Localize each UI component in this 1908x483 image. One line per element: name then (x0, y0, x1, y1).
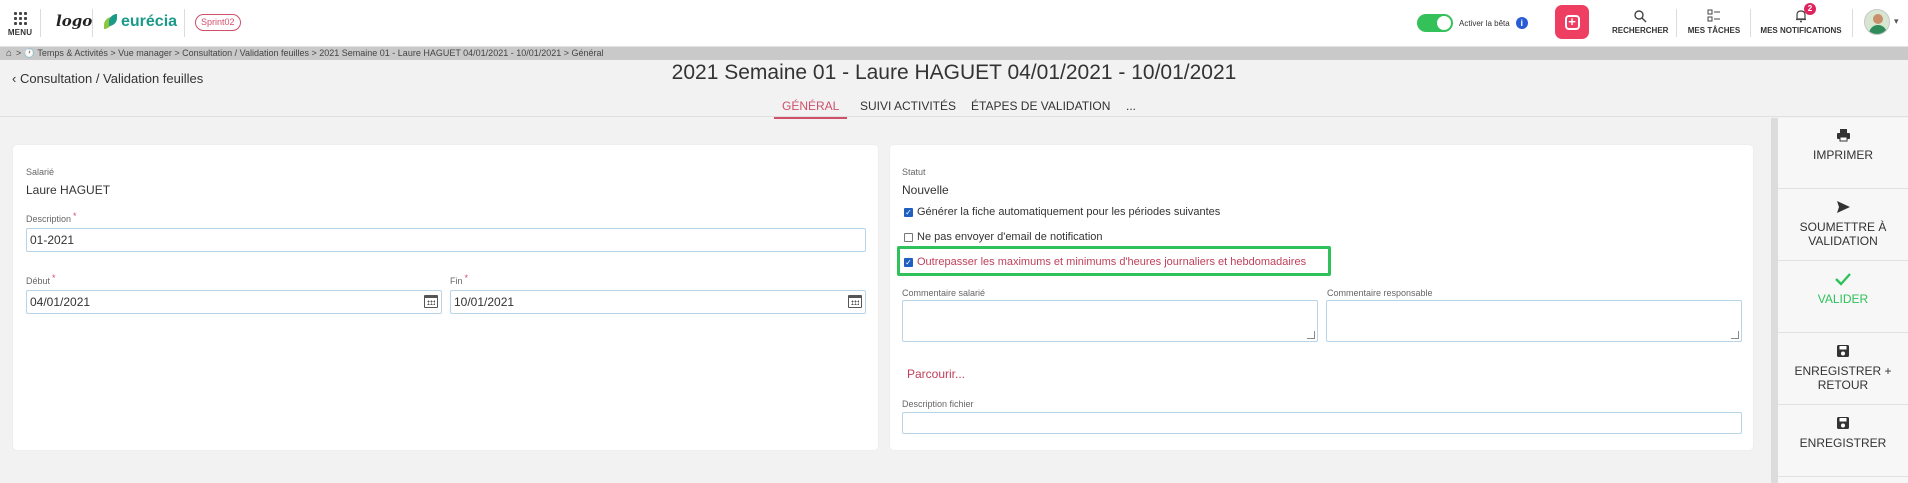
file-description-label: Description fichier (902, 399, 974, 409)
print-label: IMPRIMER (1813, 148, 1873, 162)
brand-name: eurécia (121, 13, 178, 30)
divider (1750, 9, 1751, 37)
grid-icon (13, 12, 27, 25)
search-button[interactable]: RECHERCHER (1612, 9, 1668, 35)
status-label: Statut (902, 167, 926, 177)
sprint-badge: Sprint02 (195, 14, 241, 31)
save-icon (1778, 416, 1908, 436)
plus-icon: + (1564, 14, 1580, 30)
tab-validation-steps[interactable]: ÉTAPES DE VALIDATION (971, 99, 1110, 117)
top-bar: MENU logo eurécia Sprint02 Activer la bê… (0, 0, 1908, 47)
employee-comment-textarea[interactable] (902, 300, 1318, 342)
save-return-button[interactable]: ENREGISTRER + RETOUR (1778, 334, 1908, 405)
manager-comment-label: Commentaire responsable (1327, 288, 1433, 298)
start-date-input[interactable]: 04/01/2021 (26, 290, 442, 314)
browse-file-link[interactable]: Parcourir... (907, 367, 965, 381)
breadcrumb-text[interactable]: > 🕐 Temps & Activités > Vue manager > Co… (16, 48, 603, 58)
tab-general[interactable]: GÉNÉRAL (774, 99, 848, 119)
save-return-icon (1778, 344, 1908, 364)
beta-toggle[interactable] (1417, 14, 1453, 32)
tab-bar: GÉNÉRAL SUIVI ACTIVITÉS ÉTAPES DE VALIDA… (0, 97, 1908, 119)
save-return-label: ENREGISTRER + RETOUR (1794, 364, 1892, 392)
status-card (890, 145, 1753, 450)
action-panel: IMPRIMER SOUMETTRE À VALIDATION VALIDER … (1771, 118, 1908, 483)
search-label: RECHERCHER (1612, 26, 1669, 35)
employee-label: Salarié (26, 167, 55, 177)
tab-activity-tracking[interactable]: SUIVI ACTIVITÉS (860, 99, 956, 117)
manager-comment-textarea[interactable] (1326, 300, 1742, 342)
start-date-value: 04/01/2021 (30, 295, 91, 309)
description-input[interactable]: 01-2021 (26, 228, 866, 252)
bell-icon: 2 (1758, 3, 1844, 26)
highlight-outline (897, 246, 1331, 276)
notification-count-badge: 2 (1804, 3, 1816, 15)
eurecia-logo[interactable]: eurécia (104, 13, 177, 31)
check-icon (1778, 272, 1908, 292)
tasks-button[interactable]: MES TÂCHES (1684, 9, 1744, 35)
no-email-checkbox[interactable]: Ne pas envoyer d'email de notification (904, 231, 1103, 243)
send-icon (1778, 200, 1908, 220)
divider (1852, 9, 1853, 37)
submit-validation-button[interactable]: SOUMETTRE À VALIDATION (1778, 190, 1908, 261)
company-logo[interactable]: logo (56, 12, 92, 30)
no-email-label: Ne pas envoyer d'email de notification (917, 231, 1103, 243)
end-date-label: Fin * (450, 273, 469, 286)
tasks-label: MES TÂCHES (1687, 26, 1741, 35)
beta-toggle-group: Activer la bêta i (1417, 14, 1528, 32)
checkbox-unchecked-icon[interactable] (904, 232, 913, 242)
employee-comment-label: Commentaire salarié (902, 288, 986, 298)
divider (40, 9, 41, 37)
end-date-value: 10/01/2021 (454, 295, 515, 309)
end-date-input[interactable]: 10/01/2021 (450, 290, 866, 314)
employee-value: Laure HAGUET (26, 183, 111, 197)
calendar-icon[interactable] (848, 295, 862, 308)
divider (1676, 9, 1677, 37)
save-button[interactable]: ENREGISTRER (1778, 406, 1908, 477)
file-description-input[interactable] (902, 412, 1742, 434)
save-label: ENREGISTRER (1799, 436, 1887, 450)
print-button[interactable]: IMPRIMER (1778, 118, 1908, 189)
printer-icon (1778, 128, 1908, 148)
add-button[interactable]: + (1555, 5, 1589, 39)
home-icon[interactable]: ⌂ (6, 48, 12, 59)
menu-button[interactable]: MENU (6, 12, 34, 37)
status-value: Nouvelle (902, 183, 949, 197)
checkbox-checked-icon[interactable]: ✓ (904, 207, 913, 217)
submit-validation-label: SOUMETTRE À VALIDATION (1799, 220, 1887, 248)
chevron-down-icon[interactable]: ▾ (1894, 16, 1899, 27)
tab-more[interactable]: ... (1126, 99, 1136, 117)
auto-generate-checkbox[interactable]: ✓ Générer la fiche automatiquement pour … (904, 206, 1220, 218)
info-icon[interactable]: i (1515, 17, 1528, 29)
user-avatar[interactable] (1864, 9, 1890, 35)
search-icon (1612, 9, 1668, 26)
validate-label: VALIDER (1817, 292, 1869, 306)
description-label: Description * (26, 211, 77, 224)
tasks-icon (1684, 9, 1744, 26)
divider (184, 9, 185, 37)
eurecia-leaf-icon (104, 14, 118, 30)
beta-label: Activer la bêta (1459, 18, 1510, 28)
menu-label: MENU (7, 28, 33, 37)
breadcrumb: ⌂ > 🕐 Temps & Activités > Vue manager > C… (0, 47, 1908, 60)
auto-generate-label: Générer la fiche automatiquement pour le… (917, 206, 1221, 218)
divider (92, 9, 93, 37)
notifications-label: MES NOTIFICATIONS (1760, 26, 1842, 35)
start-date-label: Début * (26, 273, 56, 286)
validate-button[interactable]: VALIDER (1778, 262, 1908, 333)
notifications-button[interactable]: 2 MES NOTIFICATIONS (1758, 3, 1844, 35)
calendar-icon[interactable] (424, 295, 438, 308)
page-title: 2021 Semaine 01 - Laure HAGUET 04/01/202… (671, 61, 1237, 84)
